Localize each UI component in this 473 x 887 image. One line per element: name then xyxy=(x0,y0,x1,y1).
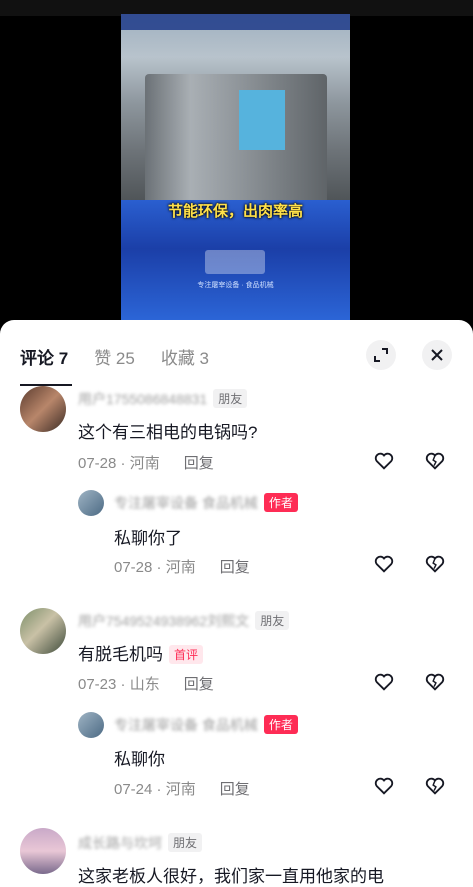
comment-text: 私聊你 xyxy=(114,750,165,769)
avatar[interactable] xyxy=(78,490,104,516)
comment-location: 河南 xyxy=(165,781,196,798)
comment-username[interactable]: 用户1755086848831 朋友 xyxy=(78,389,248,409)
video-logo xyxy=(205,250,265,274)
close-icon xyxy=(431,349,443,361)
video-signboard xyxy=(121,14,350,30)
comment-username[interactable]: 专注屠宰设备 食品机械 作者 xyxy=(114,715,298,735)
tab-comments[interactable]: 评论 7 xyxy=(20,344,73,386)
tab-likes[interactable]: 赞 25 xyxy=(94,344,135,369)
video-player[interactable]: 节能环保，出肉率高 专注屠宰设备 · 食品机械 xyxy=(121,14,350,322)
friend-badge: 朋友 xyxy=(255,611,290,630)
avatar[interactable] xyxy=(20,386,66,432)
reply-button[interactable]: 回复 xyxy=(220,781,250,798)
comment-username[interactable]: 专注屠宰设备 食品机械 作者 xyxy=(114,493,298,513)
dislike-icon[interactable] xyxy=(424,553,446,575)
comment-sheet: 评论 7 赞 25 收藏 3 用户1755086848831 朋友 这个有三相电的… xyxy=(0,320,473,887)
close-button[interactable] xyxy=(422,340,452,370)
comment-text: 这个有三相电的电锅吗? xyxy=(78,423,258,442)
comment-date: 07-28 xyxy=(78,455,117,472)
video-poster xyxy=(239,90,285,150)
dislike-icon[interactable] xyxy=(424,671,446,693)
reply-button[interactable]: 回复 xyxy=(184,676,214,693)
dislike-icon[interactable] xyxy=(424,775,446,797)
author-badge: 作者 xyxy=(263,715,298,734)
comment-date: 07-23 xyxy=(78,676,117,693)
heart-icon[interactable] xyxy=(373,450,395,472)
comment-text: 这家老板人很好，我们家一直用他家的电 xyxy=(78,867,384,886)
comment-text: 私聊你了 xyxy=(114,529,182,548)
avatar[interactable] xyxy=(78,712,104,738)
comment-location: 山东 xyxy=(129,676,160,693)
comment-username[interactable]: 用户7549524938962刘熙文 朋友 xyxy=(78,611,290,631)
heart-icon[interactable] xyxy=(373,671,395,693)
friend-badge: 朋友 xyxy=(168,833,203,852)
comment-location: 河南 xyxy=(129,455,160,472)
comment-username[interactable]: 成长路与坎坷 朋友 xyxy=(78,833,203,853)
video-machine-image xyxy=(145,74,327,204)
heart-icon[interactable] xyxy=(373,553,395,575)
avatar[interactable] xyxy=(20,608,66,654)
comment-date: 07-28 xyxy=(114,559,153,576)
comment-meta: 07-24 · 河南 回复 xyxy=(114,781,250,798)
dislike-icon[interactable] xyxy=(424,450,446,472)
comment-date: 07-24 xyxy=(114,781,153,798)
friend-badge: 朋友 xyxy=(213,389,248,408)
comment-location: 河南 xyxy=(165,559,196,576)
comment-meta: 07-23 · 山东 回复 xyxy=(78,676,214,693)
expand-icon xyxy=(374,348,388,362)
first-comment-badge: 首评 xyxy=(169,645,204,664)
reply-button[interactable]: 回复 xyxy=(184,455,214,472)
tab-favorites[interactable]: 收藏 3 xyxy=(161,344,209,369)
heart-icon[interactable] xyxy=(373,775,395,797)
reply-button[interactable]: 回复 xyxy=(220,559,250,576)
video-subtitle: 专注屠宰设备 · 食品机械 xyxy=(197,282,274,289)
expand-button[interactable] xyxy=(366,340,396,370)
tab-bar: 评论 7 赞 25 收藏 3 xyxy=(20,344,235,386)
comment-meta: 07-28 · 河南 回复 xyxy=(114,559,250,576)
video-caption: 节能环保，出肉率高 xyxy=(167,203,303,220)
comment-meta: 07-28 · 河南 回复 xyxy=(78,455,214,472)
comment-text: 有脱毛机吗 首评 xyxy=(78,640,204,665)
avatar[interactable] xyxy=(20,828,66,874)
author-badge: 作者 xyxy=(263,493,298,512)
